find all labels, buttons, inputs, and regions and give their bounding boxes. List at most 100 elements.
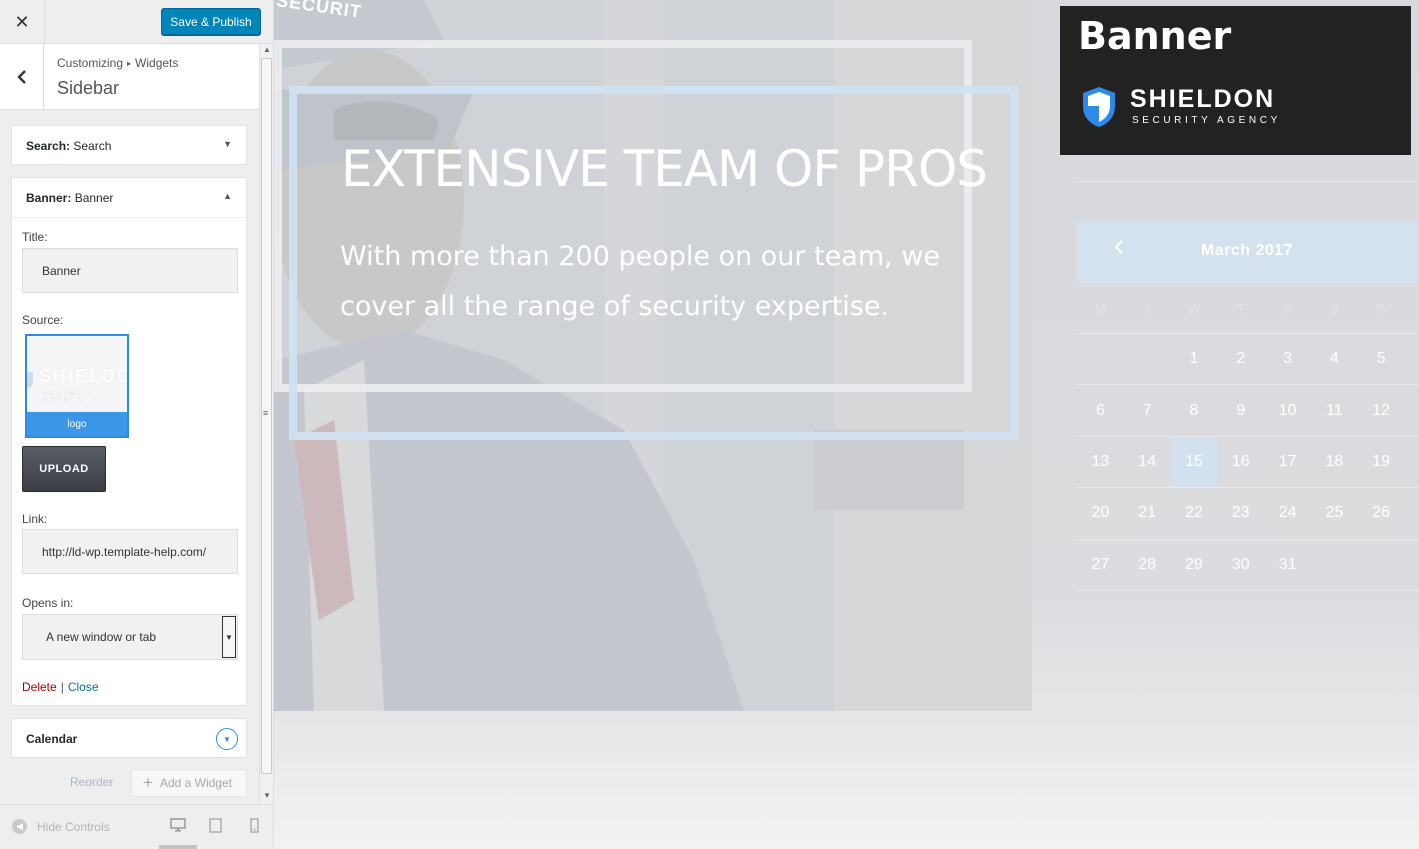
- link-label: Link:: [22, 512, 48, 526]
- widget-actions: Delete | Close: [22, 680, 99, 694]
- calendar-day[interactable]: 25: [1311, 488, 1358, 538]
- hero-title: EXTENSIVE TEAM OF PROS: [341, 140, 988, 198]
- calendar-week-row: 6 7 8 9 10 11 12: [1077, 385, 1419, 437]
- calendar-day: [1311, 540, 1358, 590]
- scroll-down-icon[interactable]: ▼: [263, 791, 271, 800]
- calendar-weekday: W: [1187, 300, 1201, 316]
- tablet-preview-icon[interactable]: [209, 818, 222, 836]
- arrow-left-circle-icon: ◀: [12, 819, 27, 834]
- link-input[interactable]: http://ld-wp.template-help.com/: [22, 529, 238, 574]
- desktop-preview-icon[interactable]: [170, 818, 186, 836]
- calendar-grid: M T W T F S S 1 2 3 4 5 6 7 8 9 10 11 12 13 14 15 16 17 18 19 20 21…: [1077, 283, 1419, 591]
- scroll-up-icon[interactable]: ▲: [263, 45, 271, 54]
- calendar-day[interactable]: 10: [1264, 385, 1311, 435]
- upload-button[interactable]: UPLOAD: [22, 446, 106, 492]
- shield-logo-icon: [1083, 87, 1115, 127]
- brand-name: SHIELDON: [1130, 85, 1276, 113]
- calendar-weekday: S: [1376, 300, 1386, 316]
- title-input[interactable]: Banner: [22, 248, 238, 293]
- calendar-weekday: F: [1283, 300, 1292, 316]
- back-button[interactable]: [0, 44, 44, 109]
- calendar-day[interactable]: 14: [1124, 437, 1171, 487]
- banner-widget-preview[interactable]: Banner SHIELDON SECURITY AGENCY: [1060, 6, 1411, 155]
- calendar-day[interactable]: 3: [1264, 334, 1311, 384]
- widget-search-type: Search:: [26, 139, 71, 153]
- calendar-day: [1358, 540, 1405, 590]
- scroll-grip-icon: ≡: [263, 408, 269, 418]
- calendar-day[interactable]: 8: [1171, 385, 1218, 435]
- opens-in-select[interactable]: A new window or tab ▼: [22, 614, 238, 660]
- calendar-day[interactable]: 18: [1311, 437, 1358, 487]
- calendar-day[interactable]: 5: [1358, 334, 1405, 384]
- widget-search[interactable]: Search: Search ▼: [11, 125, 247, 165]
- add-widget-button[interactable]: + Add a Widget: [131, 769, 247, 797]
- source-thumbnail[interactable]: SHIELDON SECURITY AGENCY logo: [25, 334, 129, 438]
- widget-banner-header[interactable]: Banner: Banner ▲: [12, 178, 246, 218]
- calendar-day[interactable]: 16: [1217, 437, 1264, 487]
- calendar-day[interactable]: 23: [1217, 488, 1264, 538]
- calendar-day[interactable]: 19: [1358, 437, 1405, 487]
- widget-calendar-name: Calendar: [26, 732, 78, 746]
- delete-link[interactable]: Delete: [22, 680, 57, 694]
- calendar-day[interactable]: 12: [1358, 385, 1405, 435]
- hero-subtitle: With more than 200 people on our team, w…: [340, 241, 940, 322]
- calendar-day[interactable]: 29: [1171, 540, 1218, 590]
- thumbnail-logo-text: SHIELDON: [39, 366, 127, 386]
- hero-slide: SECURIT EXTENSIVE TEAM OF PROS With more…: [274, 0, 1032, 711]
- thumbnail-caption: logo: [27, 412, 127, 436]
- calendar-day[interactable]: 7: [1124, 385, 1171, 435]
- calendar-day[interactable]: 11: [1311, 385, 1358, 435]
- caret-up-icon[interactable]: ▲: [223, 191, 232, 201]
- calendar-day[interactable]: 17: [1264, 437, 1311, 487]
- caret-down-icon[interactable]: ▼: [223, 139, 232, 149]
- title-label: Title:: [22, 230, 48, 244]
- customizer-footer: ◀ Hide Controls: [0, 804, 273, 849]
- widget-banner: Banner: Banner ▲ Title: Banner Source: S…: [11, 177, 247, 706]
- reorder-link[interactable]: Reorder: [70, 775, 113, 789]
- banner-title: Banner: [1078, 14, 1232, 58]
- calendar-header: March 2017: [1077, 222, 1419, 283]
- calendar-day[interactable]: 4: [1311, 334, 1358, 384]
- calendar-day[interactable]: 20: [1077, 488, 1124, 538]
- calendar-day[interactable]: 9: [1217, 385, 1264, 435]
- widget-calendar-header[interactable]: Calendar ▼: [12, 719, 246, 759]
- calendar-day[interactable]: 28: [1124, 540, 1171, 590]
- calendar-week-row: 13 14 15 16 17 18 19: [1077, 436, 1419, 489]
- chevron-left-icon: [16, 69, 26, 84]
- brand-tagline: SECURITY AGENCY: [1132, 115, 1281, 126]
- calendar-day[interactable]: 2: [1217, 334, 1264, 384]
- widget-banner-type: Banner:: [26, 190, 72, 205]
- calendar-day[interactable]: 22: [1171, 488, 1218, 538]
- calendar-weekday: T: [1236, 300, 1245, 316]
- calendar-day[interactable]: 1: [1171, 334, 1218, 384]
- calendar-day[interactable]: 6: [1077, 385, 1124, 435]
- breadcrumb-root: Customizing: [57, 56, 124, 70]
- save-publish-button[interactable]: Save & Publish: [161, 8, 261, 35]
- caret-circle-icon[interactable]: ▼: [216, 728, 238, 750]
- close-icon: ✕: [14, 11, 30, 32]
- calendar-month: March 2017: [1200, 242, 1294, 259]
- calendar-day[interactable]: 26: [1358, 488, 1405, 538]
- widget-calendar[interactable]: Calendar ▼: [11, 718, 247, 758]
- calendar-day-today[interactable]: 15: [1170, 436, 1218, 488]
- hide-controls-button[interactable]: ◀ Hide Controls: [12, 819, 110, 834]
- breadcrumb-child: Widgets: [135, 56, 179, 70]
- widget-search-header[interactable]: Search: Search ▼: [12, 126, 246, 166]
- calendar-day[interactable]: 27: [1077, 540, 1124, 590]
- opens-in-value: A new window or tab: [46, 630, 157, 644]
- close-link[interactable]: Close: [68, 680, 99, 694]
- close-customizer-button[interactable]: ✕: [0, 0, 45, 44]
- calendar-day[interactable]: 31: [1264, 540, 1311, 590]
- link-divider: |: [60, 680, 64, 694]
- plus-icon: +: [143, 773, 153, 792]
- site-preview: SECURIT EXTENSIVE TEAM OF PROS With more…: [274, 0, 1419, 849]
- mobile-preview-icon[interactable]: [250, 818, 259, 836]
- select-arrow-icon[interactable]: ▼: [222, 616, 236, 658]
- widget-search-name: Search: [73, 139, 112, 153]
- calendar-day[interactable]: 24: [1264, 488, 1311, 538]
- calendar-day[interactable]: 30: [1217, 540, 1264, 590]
- calendar-day[interactable]: 13: [1077, 437, 1124, 487]
- calendar-divider: [1077, 181, 1419, 182]
- calendar-weekday: M: [1094, 300, 1106, 316]
- calendar-day[interactable]: 21: [1124, 488, 1171, 538]
